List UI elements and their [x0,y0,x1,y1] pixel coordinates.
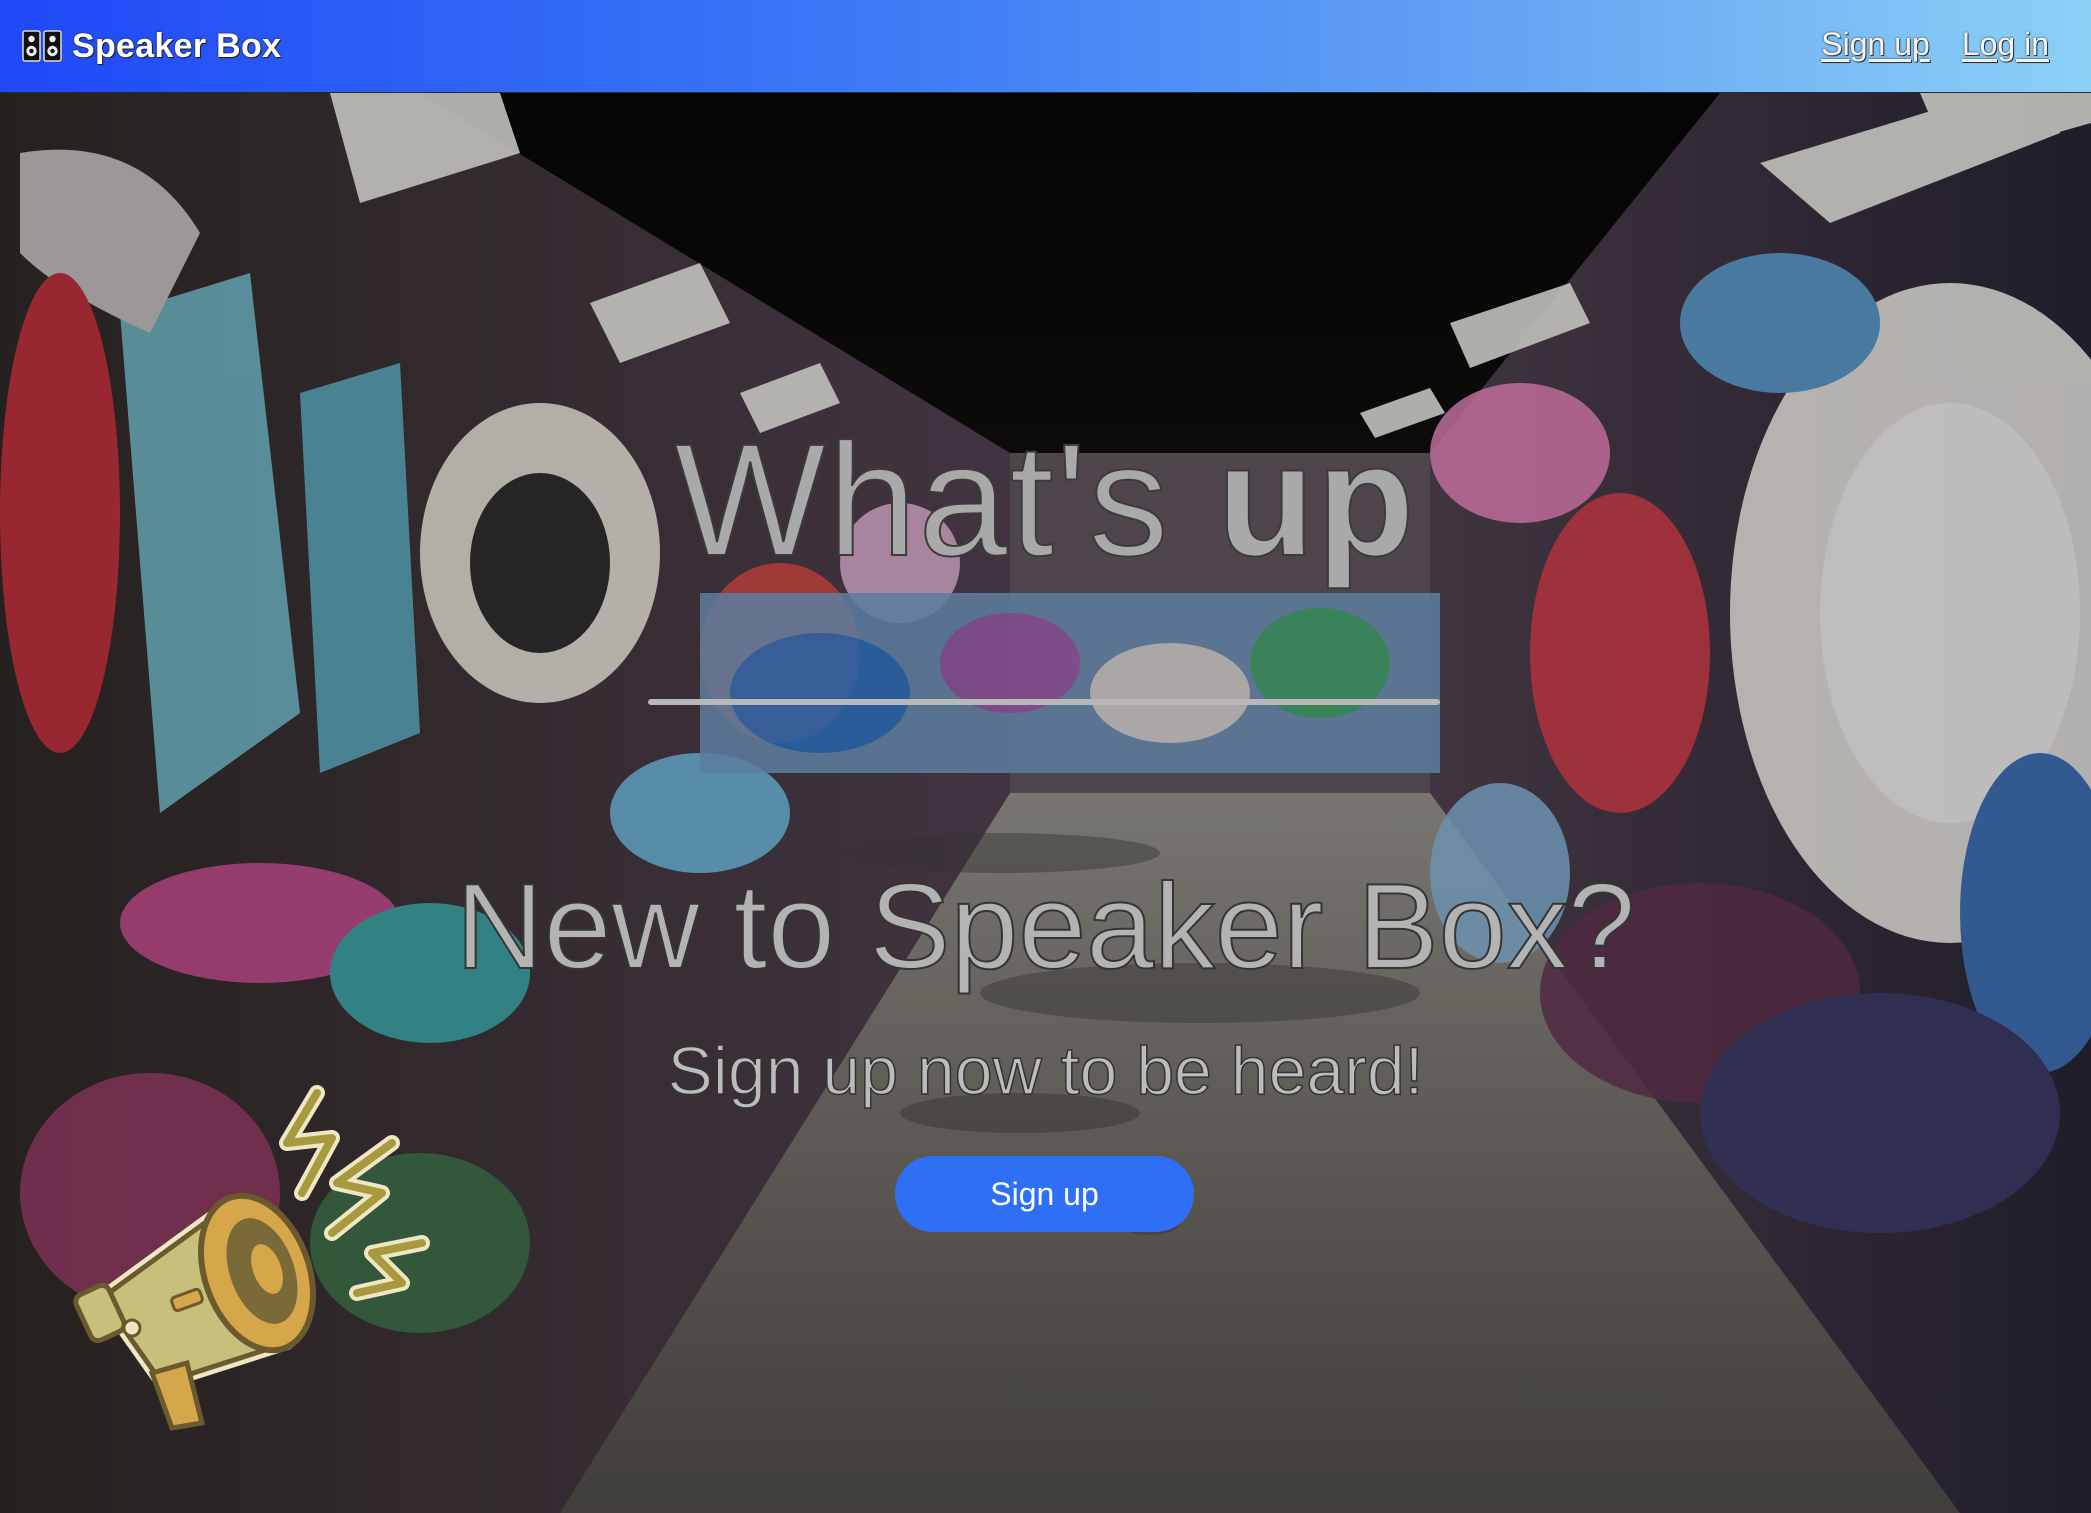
hero-headline: What's up [0,414,2091,586]
hero-tagline: Sign up now to be heard! [667,1032,1425,1110]
hero-subheading: New to Speaker Box? [455,858,1637,994]
nav-login-link[interactable]: Log in [1962,26,2049,63]
hero-section: What's up New to Speaker Box? Sign up no… [0,93,2091,1513]
top-navbar: Speaker Box Sign up Log in [0,0,2091,93]
brand-name: Speaker Box [72,26,282,65]
nav-links: Sign up Log in [1821,26,2049,63]
brand-link[interactable]: Speaker Box [22,24,281,68]
headline-light: What's [674,410,1171,589]
headline-bold: up [1216,410,1417,589]
signup-button[interactable]: Sign up [895,1156,1194,1232]
nav-signup-link[interactable]: Sign up [1821,26,1930,63]
headline-divider [648,699,1440,705]
landing-page: Speaker Box Sign up Log in What's up New… [0,0,2091,1513]
megaphone-icon [73,1085,430,1431]
speaker-icon [22,30,62,62]
